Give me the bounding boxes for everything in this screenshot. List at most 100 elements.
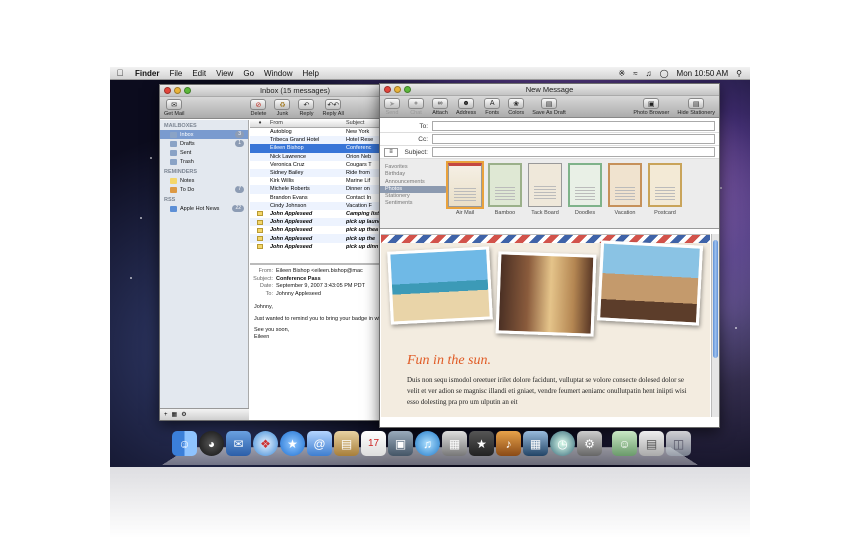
- compose-scrollbar[interactable]: [711, 234, 719, 417]
- wifi-icon[interactable]: ≈: [629, 69, 641, 78]
- garageband-icon[interactable]: ♪: [496, 431, 521, 456]
- sidebar-item-apple-hot-news[interactable]: Apple Hot News 22: [160, 204, 248, 213]
- bluetooth-icon[interactable]: ※: [615, 69, 630, 78]
- show-hide-icon[interactable]: ▦: [172, 411, 178, 418]
- menu-view[interactable]: View: [211, 69, 238, 78]
- attach-button[interactable]: ∞ Attach: [428, 98, 452, 117]
- stationery-doodles[interactable]: Doodles: [568, 163, 602, 228]
- category-sentiments[interactable]: Sentiments: [380, 200, 448, 207]
- junk-button[interactable]: ♻ Junk: [270, 99, 294, 118]
- imovie-icon[interactable]: ★: [469, 431, 494, 456]
- time-machine-icon[interactable]: ◷: [550, 431, 575, 456]
- stationery-postcard[interactable]: Postcard: [648, 163, 682, 228]
- preview-icon[interactable]: ▣: [388, 431, 413, 456]
- compose-heading[interactable]: Fun in the sun.: [407, 353, 491, 369]
- save-as-draft-button[interactable]: ▤ Save As Draft: [528, 98, 570, 117]
- ichat-icon[interactable]: ★: [280, 431, 305, 456]
- sidebar-item-notes[interactable]: Notes: [160, 176, 248, 185]
- message-from: Michele Roberts: [270, 186, 310, 193]
- compose-body[interactable]: Fun in the sun. Duis non sequ ismodol or…: [381, 234, 710, 417]
- fonts-button[interactable]: A Fonts: [480, 98, 504, 117]
- photo-browser-button[interactable]: ▣ Photo Browser: [629, 98, 673, 117]
- trash-icon[interactable]: ◫: [666, 431, 691, 456]
- menu-file[interactable]: File: [164, 69, 187, 78]
- category-birthday[interactable]: Birthday: [380, 171, 448, 178]
- delete-button[interactable]: ⊘ Delete: [246, 99, 270, 118]
- photo-stack-icon[interactable]: ☺: [612, 431, 637, 456]
- header-options-icon[interactable]: ≡: [384, 147, 398, 157]
- sidebar-item-trash[interactable]: Trash: [160, 157, 248, 166]
- apple-menu-icon[interactable]: : [110, 68, 130, 78]
- documents-stack-icon[interactable]: ▤: [639, 431, 664, 456]
- zoom-icon[interactable]: [404, 86, 411, 93]
- stationery-air-mail[interactable]: Air Mail: [446, 161, 484, 228]
- category-announcements[interactable]: Announcements: [380, 179, 448, 186]
- mail-icon[interactable]: ✉: [226, 431, 251, 456]
- sidebar-item-todo[interactable]: To Do 7: [160, 185, 248, 194]
- safari-icon[interactable]: ❖: [253, 431, 278, 456]
- menu-edit[interactable]: Edit: [187, 69, 211, 78]
- subject-field[interactable]: [432, 147, 715, 157]
- spotlight-icon[interactable]: ⚲: [732, 69, 746, 78]
- message-from: Kirk Willis: [270, 178, 294, 185]
- menu-clock[interactable]: Mon 10:50 AM: [673, 69, 733, 78]
- drafts-badge: 1: [235, 140, 244, 147]
- volume-icon[interactable]: ♫: [642, 69, 656, 78]
- colors-button[interactable]: ❀ Colors: [504, 98, 528, 117]
- sidebar-item-inbox[interactable]: Inbox 3: [160, 130, 248, 139]
- zoom-icon[interactable]: [184, 87, 191, 94]
- address-book-icon[interactable]: @: [307, 431, 332, 456]
- itunes-icon[interactable]: ♫: [415, 431, 440, 456]
- preview-to[interactable]: Johnny Appleseed: [276, 291, 321, 299]
- calendar-icon[interactable]: 17: [361, 431, 386, 456]
- menu-help[interactable]: Help: [297, 69, 323, 78]
- sidebar-item-sent[interactable]: Sent: [160, 148, 248, 157]
- reply-all-button[interactable]: ↶↶ Reply All: [318, 99, 347, 118]
- get-mail-button[interactable]: ✉ Get Mail: [160, 99, 188, 118]
- sidebar-item-drafts[interactable]: Drafts 1: [160, 139, 248, 148]
- stationery-tack-board[interactable]: Tack Board: [528, 163, 562, 228]
- category-photos[interactable]: Photos: [380, 185, 448, 194]
- cc-field[interactable]: [432, 134, 715, 144]
- menu-window[interactable]: Window: [259, 69, 297, 78]
- add-mailbox-icon[interactable]: +: [164, 412, 168, 418]
- action-gear-icon[interactable]: ⚙: [181, 411, 186, 418]
- preview-from[interactable]: Eileen Bishop <eileen.bishop@mac: [276, 268, 363, 276]
- hide-stationery-button[interactable]: ▤ Hide Stationery: [673, 98, 719, 117]
- menu-go[interactable]: Go: [238, 69, 259, 78]
- send-button[interactable]: ➤ Send: [380, 98, 404, 117]
- iphoto-icon[interactable]: ▦: [442, 431, 467, 456]
- spaces-icon[interactable]: ▦: [523, 431, 548, 456]
- ichat-status-icon[interactable]: ◯: [656, 69, 673, 78]
- minimize-icon[interactable]: [394, 86, 401, 93]
- minimize-icon[interactable]: [174, 87, 181, 94]
- mailboxes-header: MAILBOXES: [164, 123, 197, 129]
- chat-button[interactable]: ● Chat: [404, 98, 428, 117]
- send-icon: ➤: [384, 98, 400, 109]
- stationery-vacation[interactable]: Vacation: [608, 163, 642, 228]
- flag-column-icon[interactable]: ♦: [250, 120, 270, 127]
- scrollbar-thumb[interactable]: [713, 240, 718, 358]
- to-label: To:: [419, 122, 428, 130]
- category-favorites[interactable]: Favorites: [380, 164, 448, 171]
- ical-icon[interactable]: ▤: [334, 431, 359, 456]
- todo-note-icon: [257, 219, 263, 225]
- stationery-bamboo[interactable]: Bamboo: [488, 163, 522, 228]
- close-icon[interactable]: [384, 86, 391, 93]
- from-column-header[interactable]: From: [270, 120, 346, 127]
- beach-pier-photo[interactable]: [387, 246, 493, 325]
- system-preferences-icon[interactable]: ⚙: [577, 431, 602, 456]
- finder-icon[interactable]: ☺: [172, 431, 197, 456]
- horseback-riders-photo[interactable]: [596, 240, 704, 326]
- ukulele-photo[interactable]: [495, 251, 597, 337]
- address-button[interactable]: ☻ Address: [452, 98, 480, 117]
- reply-button[interactable]: ↶ Reply: [294, 99, 318, 118]
- category-stationery[interactable]: Stationery: [380, 193, 448, 200]
- new-message-title-bar[interactable]: New Message: [380, 84, 719, 96]
- compose-text[interactable]: Duis non sequ ismodol oreetuer irilet do…: [407, 375, 697, 408]
- dashboard-icon[interactable]: ◕: [199, 431, 224, 456]
- close-icon[interactable]: [164, 87, 171, 94]
- to-field[interactable]: [432, 121, 715, 131]
- menu-app-name[interactable]: Finder: [130, 69, 164, 78]
- new-message-title: New Message: [525, 85, 574, 94]
